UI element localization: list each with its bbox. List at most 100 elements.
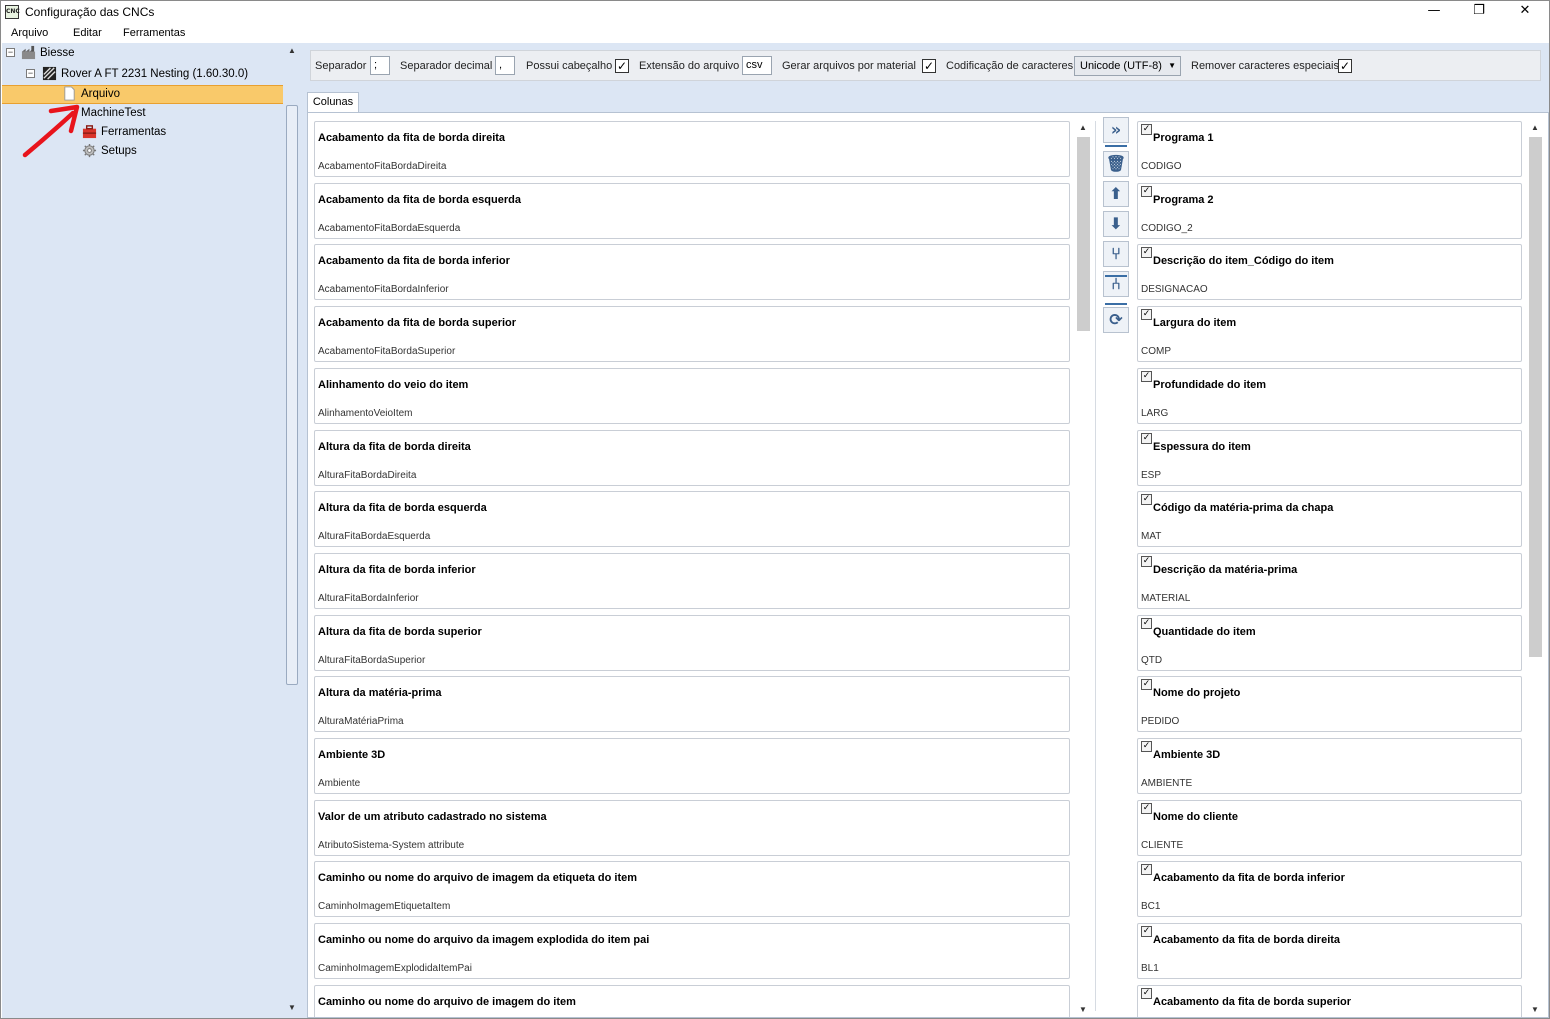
column-card[interactable]: Valor de um atributo cadastrado no siste… [314,799,1070,856]
column-card[interactable]: ✓ Nome do projeto PEDIDO [1137,676,1522,733]
column-card[interactable]: Alinhamento do veio do item AlinhamentoVe… [314,367,1070,424]
column-card[interactable]: ✓ Acabamento da fita de borda superior [1137,984,1522,1017]
column-card[interactable]: Caminho ou nome do arquivo da imagem exp… [314,923,1070,980]
refresh-icon[interactable]: ⟳ [1103,307,1129,333]
remove-special-label: Remover caracteres especiais [1191,60,1339,72]
file-options-bar: Separador ; Separador decimal , Possui c… [310,50,1541,81]
column-enabled-checkbox[interactable]: ✓ [1141,432,1152,444]
column-card[interactable]: ✓ Largura do item COMP [1137,306,1522,363]
scroll-down-icon[interactable]: ▼ [1079,1005,1087,1014]
column-title: Acabamento da fita de borda superior [318,317,517,330]
column-title: Caminho ou nome do arquivo da imagem exp… [318,934,650,947]
delete-icon[interactable]: 🗑 [1103,151,1129,177]
column-card[interactable]: Ambiente 3D Ambiente [314,738,1070,794]
column-card[interactable]: ✓ Descrição da matéria-prima MATERIAL [1137,552,1522,609]
column-card[interactable]: Acabamento da fita de borda inferior Acab… [314,244,1070,301]
column-enabled-checkbox[interactable]: ✓ [1141,370,1152,382]
column-title: Acabamento da fita de borda direita [318,132,506,144]
column-card[interactable]: ✓ Código da matéria-prima da chapa MAT [1137,491,1522,548]
file-extension-label: Extensão do arquivo [639,60,740,72]
column-card[interactable]: Altura da fita de borda superior AlturaFi… [314,614,1070,671]
column-field-name: AcabamentoFitaBordaSuperior [318,346,456,358]
close-icon[interactable]: ✕ [1502,1,1548,23]
tab-colunas[interactable]: Colunas [307,92,359,113]
move-up-icon[interactable]: ⬆ [1103,181,1129,207]
add-column-icon[interactable]: » [1103,117,1129,143]
has-header-checkbox[interactable]: ✓ [615,59,629,73]
column-card[interactable]: ✓ Descrição do item_Código do item DESIGNA… [1137,244,1522,301]
column-field-name: AlturaFitaBordaSuperior [318,654,426,666]
restore-icon[interactable]: ❐ [1456,1,1502,23]
column-enabled-checkbox[interactable]: ✓ [1141,555,1152,567]
separator-input[interactable]: ; [370,56,390,75]
column-card[interactable]: Altura da matéria-prima AlturaMatériaPrim… [314,676,1070,733]
remove-special-checkbox[interactable]: ✓ [1338,59,1352,73]
column-title: Valor de um atributo cadastrado no siste… [318,810,547,823]
collapse-icon[interactable]: − [26,69,35,78]
column-card[interactable]: Altura da fita de borda inferior AlturaFi… [314,552,1070,609]
decimal-separator-input[interactable]: , [495,56,515,75]
encoding-select[interactable]: Unicode (UTF-8) ▼ [1074,56,1181,76]
column-card[interactable]: Acabamento da fita de borda esquerda Acab… [314,182,1070,239]
menu-editar[interactable]: Editar [73,27,102,39]
scroll-thumb[interactable] [1077,137,1090,331]
column-enabled-checkbox[interactable]: ✓ [1141,309,1152,321]
column-title: Acabamento da fita de borda superior [1153,995,1352,1008]
column-card[interactable]: ✓ Espessura do item ESP [1137,429,1522,486]
column-title: Altura da fita de borda inferior [318,563,476,576]
column-card[interactable]: Altura da fita de borda esquerda AlturaFi… [314,491,1070,548]
separator-label: Separador [315,60,367,72]
menu-ferramentas[interactable]: Ferramentas [123,27,185,39]
column-card[interactable]: Caminho ou nome do arquivo de imagem da … [314,861,1070,918]
column-enabled-checkbox[interactable]: ✓ [1141,741,1152,752]
file-extension-input[interactable]: csv [742,56,772,75]
tree-node-machine[interactable]: − Rover A FT 2231 Nesting (1.60.30.0) [2,65,282,83]
column-card[interactable]: ✓ Acabamento da fita de borda direita BL1 [1137,923,1522,980]
column-card[interactable]: Caminho ou nome do arquivo de imagem do … [314,984,1070,1017]
merge-icon[interactable]: ⑂ [1103,241,1129,267]
column-enabled-checkbox[interactable]: ✓ [1141,987,1152,999]
column-card[interactable]: Altura da fita de borda direita AlturaFit… [314,429,1070,486]
column-enabled-checkbox[interactable]: ✓ [1141,247,1152,259]
column-title: Alinhamento do veio do item [318,378,469,391]
column-card[interactable]: ✓ Quantidade do item QTD [1137,614,1522,671]
column-title: Profundidade do item [1153,378,1267,391]
column-title: Código da matéria-prima da chapa [1153,502,1334,515]
minimize-icon[interactable]: — [1411,1,1457,23]
column-card[interactable]: Acabamento da fita de borda direita Acaba… [314,121,1070,177]
selected-columns-scrollbar[interactable]: ▲ ▼ [1527,121,1544,1017]
column-card[interactable]: ✓ Ambiente 3D AMBIENTE [1137,738,1522,794]
column-enabled-checkbox[interactable]: ✓ [1141,679,1152,691]
column-enabled-checkbox[interactable]: ✓ [1141,864,1152,876]
tree-node-biesse[interactable]: − Biesse [2,44,282,62]
per-material-checkbox[interactable]: ✓ [922,59,936,73]
column-enabled-checkbox[interactable]: ✓ [1141,617,1152,629]
scroll-thumb[interactable] [1529,137,1542,657]
column-card[interactable]: ✓ Acabamento da fita de borda inferior BC1 [1137,861,1522,918]
column-enabled-checkbox[interactable]: ✓ [1141,124,1152,135]
column-card[interactable]: ✓ Programa 2 CODIGO_2 [1137,182,1522,239]
column-field-name: AtributoSistema-System attribute [318,839,465,851]
column-card[interactable]: Acabamento da fita de borda superior Acab… [314,306,1070,363]
column-title: Ambiente 3D [318,749,386,761]
collapse-icon[interactable]: − [6,48,15,57]
column-enabled-checkbox[interactable]: ✓ [1141,494,1152,506]
scroll-up-icon[interactable]: ▲ [1079,123,1087,132]
tree-scrollbar[interactable]: ▲ ▼ [284,43,300,1018]
available-columns-scrollbar[interactable]: ▲ ▼ [1075,121,1092,1017]
column-enabled-checkbox[interactable]: ✓ [1141,185,1152,197]
column-enabled-checkbox[interactable]: ✓ [1141,926,1152,938]
scroll-thumb[interactable] [286,105,298,685]
column-enabled-checkbox[interactable]: ✓ [1141,802,1152,814]
scroll-up-icon[interactable]: ▲ [288,46,296,55]
column-card[interactable]: ✓ Profundidade do item LARG [1137,367,1522,424]
scroll-down-icon[interactable]: ▼ [288,1003,296,1012]
menu-arquivo[interactable]: Arquivo [11,27,48,39]
scroll-down-icon[interactable]: ▼ [1531,1005,1539,1014]
column-title: Descrição do item_Código do item [1153,255,1334,268]
move-down-icon[interactable]: ⬇ [1103,211,1129,237]
column-card[interactable]: ✓ Nome do cliente CLIENTE [1137,799,1522,856]
column-title: Programa 1 [1153,132,1214,144]
scroll-up-icon[interactable]: ▲ [1531,123,1539,132]
column-card[interactable]: ✓ Programa 1 CODIGO [1137,121,1522,177]
